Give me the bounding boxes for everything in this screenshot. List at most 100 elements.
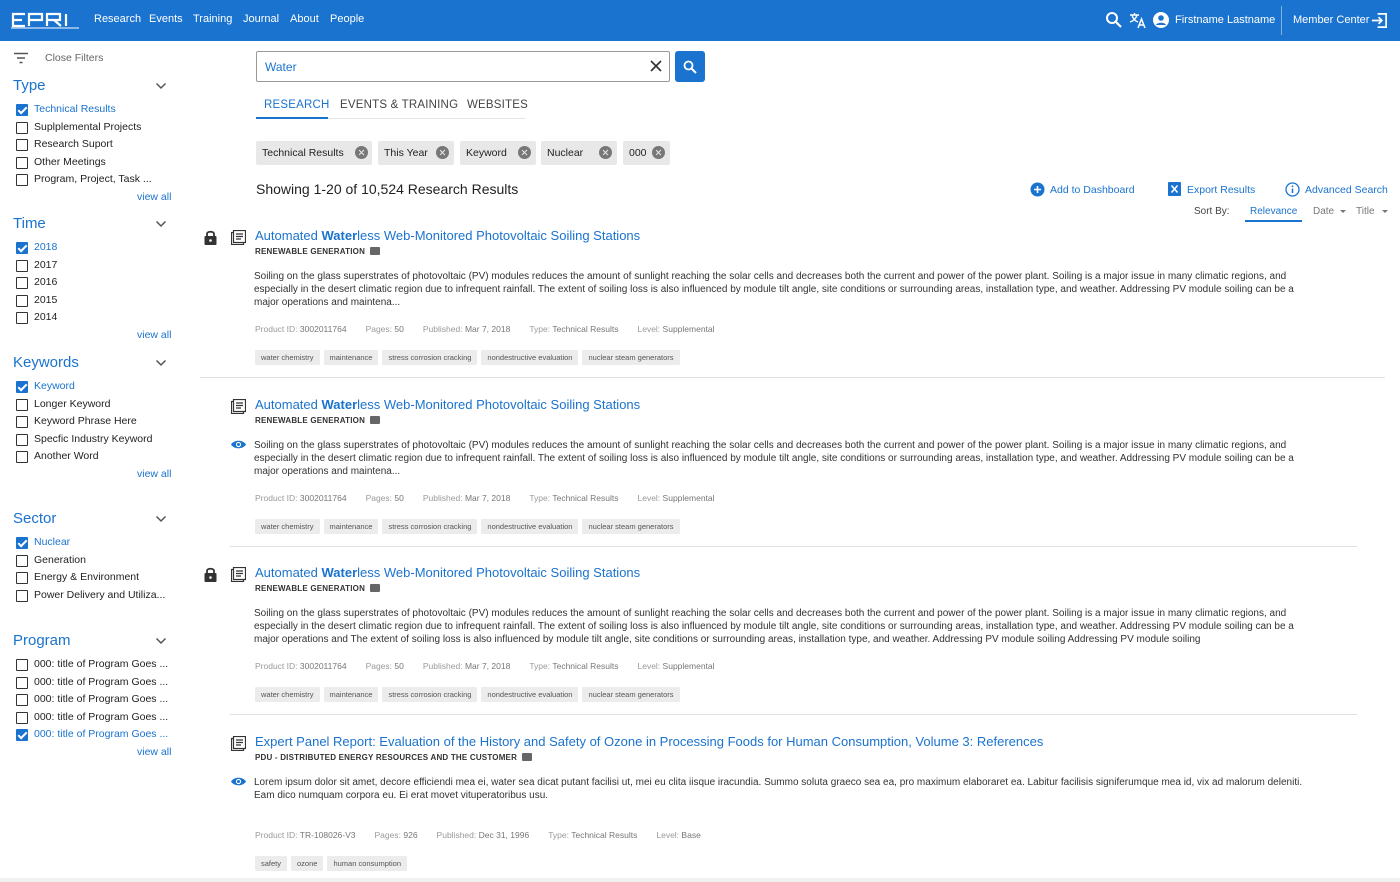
keyword-tag[interactable]: nondestructive evaluation — [481, 519, 579, 534]
keyword-tag[interactable]: maintenance — [323, 519, 379, 534]
nav-people[interactable]: People — [330, 13, 364, 25]
tab-websites[interactable]: WEBSITES — [467, 99, 528, 111]
filter-chip[interactable]: Nuclear — [541, 141, 617, 165]
checkbox[interactable] — [16, 312, 28, 324]
remove-chip-icon[interactable] — [599, 146, 612, 159]
checkbox[interactable] — [16, 416, 28, 428]
keyword-tag[interactable]: nuclear steam generators — [582, 350, 680, 365]
chevron-down-icon[interactable] — [1340, 210, 1346, 213]
keyword-tag[interactable]: stress corrosion cracking — [382, 350, 478, 365]
keyword-tag[interactable]: nondestructive evaluation — [481, 350, 579, 365]
excel-export-icon[interactable] — [1168, 182, 1181, 196]
translate-icon[interactable] — [1129, 11, 1147, 29]
checkbox[interactable] — [16, 381, 28, 393]
category-tag-icon[interactable] — [370, 584, 381, 592]
tab-research[interactable]: RESEARCH — [264, 99, 330, 111]
remove-chip-icon[interactable] — [518, 146, 531, 159]
remove-chip-icon[interactable] — [355, 146, 368, 159]
keyword-tag[interactable]: safety — [255, 856, 288, 871]
chevron-down-icon[interactable] — [155, 359, 167, 367]
filter-chip[interactable]: Keyword — [460, 141, 536, 165]
keyword-tag[interactable]: stress corrosion cracking — [382, 519, 478, 534]
filter-heading-type[interactable]: Type — [13, 77, 46, 94]
nav-research[interactable]: Research — [94, 13, 141, 25]
filter-chip[interactable]: 000 — [623, 141, 670, 165]
filter-heading-time[interactable]: Time — [13, 215, 46, 232]
keyword-tag[interactable]: nuclear steam generators — [582, 687, 680, 702]
search-input[interactable]: Water — [256, 51, 670, 82]
advanced-search-link[interactable]: Advanced Search — [1305, 184, 1388, 196]
search-button[interactable] — [675, 51, 705, 82]
checkbox[interactable] — [16, 174, 28, 186]
nav-about[interactable]: About — [290, 13, 319, 25]
tab-events-training[interactable]: EVENTS & TRAINING — [340, 99, 458, 111]
chevron-down-icon[interactable] — [1382, 210, 1388, 213]
remove-chip-icon[interactable] — [652, 146, 665, 159]
chevron-down-icon[interactable] — [155, 637, 167, 645]
preview-eye-icon[interactable] — [230, 439, 247, 450]
filter-heading-sector[interactable]: Sector — [13, 510, 56, 527]
keyword-tag[interactable]: stress corrosion cracking — [382, 687, 478, 702]
export-results-button[interactable]: Export Results — [1187, 184, 1255, 196]
keyword-tag[interactable]: maintenance — [323, 350, 379, 365]
category-tag-icon[interactable] — [522, 753, 533, 761]
checkbox[interactable] — [16, 711, 28, 724]
view-all-link[interactable]: view all — [137, 191, 171, 203]
filter-heading-program[interactable]: Program — [13, 632, 71, 649]
result-title[interactable]: Expert Panel Report: Evaluation of the H… — [255, 734, 1043, 749]
keyword-tag[interactable]: ozone — [291, 856, 324, 871]
checkbox[interactable] — [16, 659, 28, 671]
checkbox[interactable] — [16, 398, 28, 411]
checkbox[interactable] — [16, 537, 28, 549]
result-title[interactable]: Automated Waterless Web-Monitored Photov… — [255, 228, 640, 243]
view-all-link[interactable]: view all — [137, 746, 171, 758]
close-filters-button[interactable]: Close Filters — [45, 52, 103, 64]
checkbox[interactable] — [16, 242, 28, 254]
checkbox[interactable] — [16, 139, 28, 151]
category-tag-icon[interactable] — [370, 247, 381, 255]
keyword-tag[interactable]: human consumption — [327, 856, 407, 871]
clear-search-icon[interactable] — [649, 59, 663, 73]
checkbox[interactable] — [16, 589, 28, 602]
result-title[interactable]: Automated Waterless Web-Monitored Photov… — [255, 397, 640, 412]
chevron-down-icon[interactable] — [155, 82, 167, 90]
add-to-dashboard-button[interactable]: Add to Dashboard — [1050, 184, 1135, 196]
view-all-link[interactable]: view all — [137, 329, 171, 341]
login-icon[interactable] — [1371, 12, 1388, 29]
checkbox[interactable] — [16, 121, 28, 134]
search-input-value[interactable]: Water — [265, 60, 297, 74]
checkbox[interactable] — [16, 676, 28, 689]
nav-journal[interactable]: Journal — [243, 13, 279, 25]
keyword-tag[interactable]: nondestructive evaluation — [481, 687, 579, 702]
result-title[interactable]: Automated Waterless Web-Monitored Photov… — [255, 565, 640, 580]
checkbox[interactable] — [16, 277, 28, 289]
checkbox[interactable] — [16, 156, 28, 169]
info-icon[interactable] — [1285, 182, 1300, 197]
checkbox[interactable] — [16, 294, 28, 307]
filter-chip[interactable]: This Year — [378, 141, 454, 165]
nav-training[interactable]: Training — [193, 13, 232, 25]
filter-chip[interactable]: Technical Results — [256, 141, 372, 165]
sort-title[interactable]: Title — [1356, 206, 1375, 217]
member-center-link[interactable]: Member Center — [1293, 14, 1369, 26]
account-icon[interactable] — [1152, 11, 1170, 29]
keyword-tag[interactable]: water chemistry — [255, 687, 320, 702]
nav-events[interactable]: Events — [149, 13, 183, 25]
chevron-down-icon[interactable] — [155, 515, 167, 523]
chevron-down-icon[interactable] — [155, 220, 167, 228]
keyword-tag[interactable]: water chemistry — [255, 519, 320, 534]
checkbox[interactable] — [16, 451, 28, 463]
keyword-tag[interactable]: water chemistry — [255, 350, 320, 365]
checkbox[interactable] — [16, 572, 28, 584]
checkbox[interactable] — [16, 729, 28, 741]
search-icon[interactable] — [1105, 11, 1123, 29]
filter-heading-keywords[interactable]: Keywords — [13, 354, 79, 371]
keyword-tag[interactable]: maintenance — [323, 687, 379, 702]
checkbox[interactable] — [16, 694, 28, 706]
preview-eye-icon[interactable] — [230, 776, 247, 787]
checkbox[interactable] — [16, 554, 28, 567]
checkbox[interactable] — [16, 104, 28, 116]
remove-chip-icon[interactable] — [436, 146, 449, 159]
checkbox[interactable] — [16, 433, 28, 446]
sort-date[interactable]: Date — [1313, 206, 1334, 217]
